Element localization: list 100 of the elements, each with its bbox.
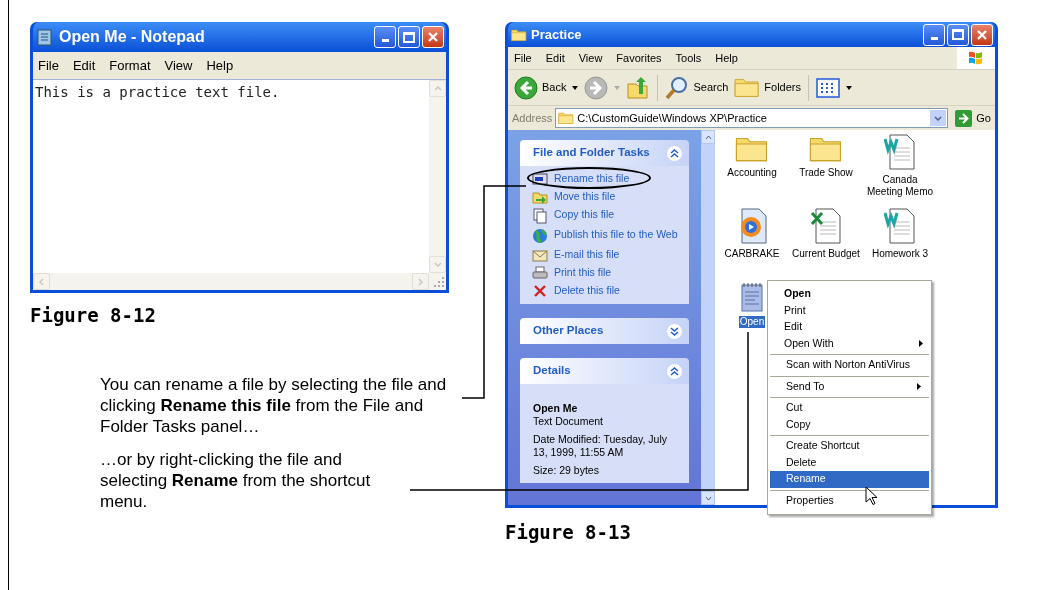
callout-text: …or by right-clicking the file and selecting Rename from the shortcut menu. (100, 448, 372, 512)
file-size: Size: 29 bytes (533, 464, 600, 477)
panel-header[interactable]: Details (520, 358, 689, 384)
menu-item[interactable]: Edit (72, 55, 96, 76)
menu-item[interactable]: Properties (770, 492, 929, 509)
collapse-chevron-icon[interactable] (666, 362, 683, 380)
scroll-down-button[interactable] (701, 491, 715, 505)
file-label[interactable]: Accounting (726, 166, 778, 179)
maximize-button[interactable] (947, 23, 969, 46)
menu-item[interactable]: Print (768, 302, 931, 319)
menu-item[interactable]: View (578, 49, 603, 67)
windows-flag-icon (968, 50, 984, 66)
menu-item[interactable]: Send To (770, 378, 929, 395)
task-link[interactable]: Move this file (554, 190, 616, 203)
caret-icon[interactable] (572, 85, 579, 90)
task-link[interactable]: Delete this file (554, 284, 620, 297)
figure-caption: Figure 8-12 (30, 303, 157, 328)
globe-icon (531, 228, 549, 244)
views-icon (816, 77, 840, 98)
file-name: Open Me (533, 402, 579, 415)
menu-item[interactable]: Open (768, 286, 931, 303)
folder-icon (558, 111, 575, 125)
close-button[interactable] (971, 23, 993, 46)
notepad-icon (37, 28, 53, 46)
dropdown-button[interactable] (930, 110, 947, 126)
chevron-down-icon (704, 495, 712, 501)
panel-header[interactable]: Other Places (520, 318, 689, 344)
chevron-down-icon (433, 262, 442, 267)
notepad-file-icon (740, 282, 764, 312)
word-document-icon (884, 208, 916, 244)
menu-item[interactable]: Format (109, 55, 151, 76)
mouse-pointer-icon (865, 486, 878, 506)
file-label[interactable]: CARBRAKE (723, 248, 781, 260)
chevron-up-icon (704, 134, 712, 140)
menu-item[interactable]: Open With (768, 335, 931, 352)
file-type: Text Document (533, 415, 605, 428)
close-button[interactable] (422, 26, 444, 48)
chevron-down-icon (934, 115, 943, 121)
envelope-icon (531, 248, 549, 262)
word-document-icon (884, 134, 916, 170)
back-button[interactable]: Back (511, 73, 570, 102)
date-modified: Date Modified: Tuesday, July 13, 1999, 11:55 AM (533, 433, 669, 459)
folder-icon (511, 27, 527, 42)
window-title: Practice (531, 25, 582, 44)
window-title: Open Me - Notepad (59, 27, 205, 47)
expand-chevron-icon[interactable] (666, 322, 683, 340)
menu-item[interactable]: Favorites (616, 49, 662, 67)
window-icon (531, 172, 549, 186)
menu-item[interactable]: Cut (770, 400, 929, 417)
pages-icon (531, 208, 549, 224)
menu-item[interactable]: Help (206, 55, 234, 76)
panel-title: Other Places (533, 323, 604, 339)
delete-icon (531, 284, 549, 298)
menu-item[interactable]: Create Shortcut (770, 438, 929, 455)
callout-text: You can rename a file by selecting the file and clicking Rename this file from the File and Folder Tasks panel… (100, 373, 448, 437)
caret-icon[interactable] (846, 85, 852, 90)
menu-item[interactable]: Edit (768, 319, 931, 336)
menu-item[interactable]: Scan with Norton AntiVirus (770, 357, 929, 374)
chevron-left-icon (39, 277, 44, 286)
task-link[interactable]: E-mail this file (554, 248, 620, 261)
minimize-button[interactable] (923, 23, 945, 46)
file-label[interactable]: Homework 3 (870, 248, 930, 260)
minimize-button[interactable] (374, 26, 396, 48)
close-icon (427, 31, 439, 43)
address-label: Address (512, 110, 553, 126)
printer-icon (531, 266, 549, 280)
collapse-chevron-icon[interactable] (666, 144, 683, 162)
spreadsheet-icon (810, 208, 842, 244)
task-link[interactable]: Publish this file to the Web (554, 228, 678, 241)
task-link[interactable]: Print this file (554, 266, 612, 279)
file-label[interactable]: Current Budget (791, 248, 861, 260)
file-label[interactable]: Trade Show (798, 166, 854, 179)
file-label[interactable]: Canada Meeting Memo (863, 174, 937, 198)
task-link[interactable]: Copy this file (554, 208, 615, 221)
panel-title: Details (533, 363, 571, 379)
file-label[interactable]: Open (738, 316, 766, 328)
folder-arrow-icon (531, 190, 549, 204)
go-button[interactable]: Go (951, 109, 995, 127)
folders-button[interactable]: Folders (731, 73, 804, 102)
menu-item[interactable]: File (514, 49, 532, 67)
folders-icon (734, 76, 761, 99)
search-icon (665, 75, 690, 100)
chevron-right-icon (418, 277, 423, 286)
menu-item[interactable]: Tools (675, 49, 702, 67)
panel-title: File and Folder Tasks (533, 145, 650, 161)
menu-item[interactable]: Rename (770, 471, 929, 488)
folder-up-icon (626, 75, 651, 100)
menu-item[interactable]: View (164, 55, 193, 76)
menu-item[interactable]: File (38, 55, 59, 76)
menu-item[interactable]: Copy (770, 416, 929, 433)
scroll-up-button[interactable] (701, 130, 715, 144)
task-link[interactable]: Rename this file (554, 172, 630, 185)
menu-item[interactable]: Edit (545, 49, 565, 67)
maximize-button[interactable] (398, 26, 420, 48)
search-button[interactable]: Search (662, 73, 732, 102)
panel-header[interactable]: File and Folder Tasks (520, 140, 689, 166)
menu-item[interactable]: Delete (770, 454, 929, 471)
menu-item[interactable]: Help (715, 49, 738, 67)
address-field[interactable]: C:\CustomGuide\Windows XP\Practice (555, 108, 949, 128)
figure-caption: Figure 8-13 (505, 520, 632, 545)
